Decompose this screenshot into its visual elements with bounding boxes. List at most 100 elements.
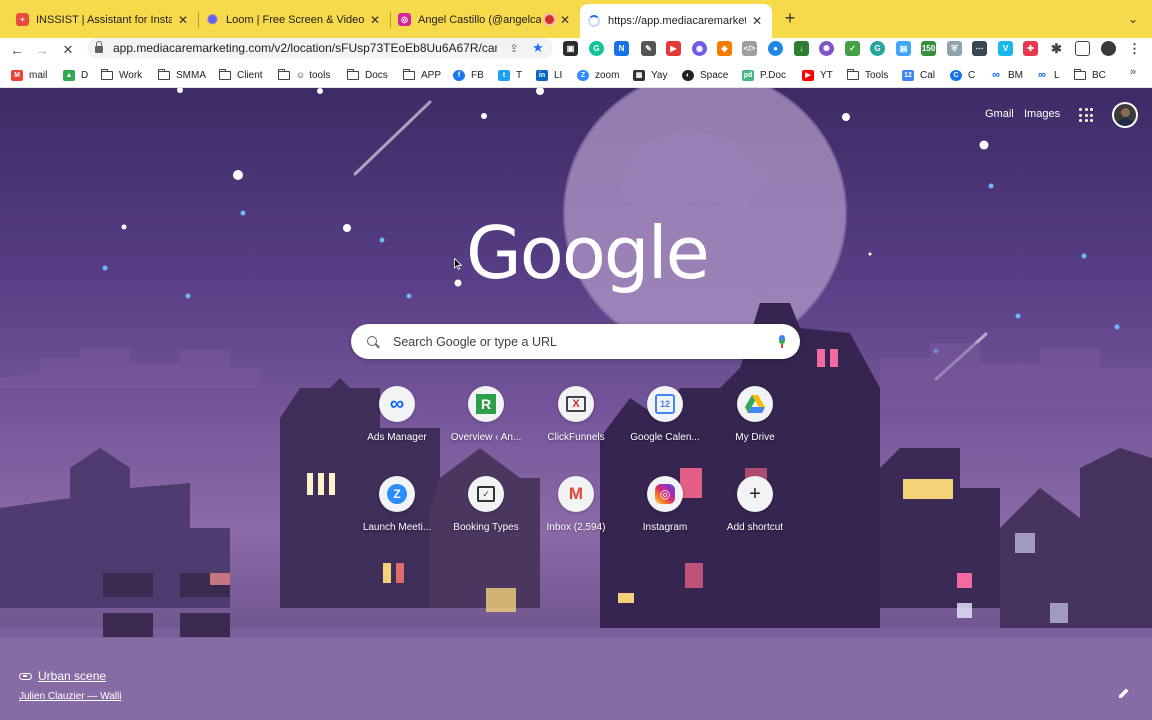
- side-panel-icon[interactable]: [1075, 41, 1090, 56]
- bookmark-folder-docs[interactable]: Docs: [347, 68, 388, 82]
- bookmark-yay[interactable]: ▦ Yay: [633, 68, 668, 82]
- bookmark-zoom[interactable]: Zzoom: [577, 68, 619, 82]
- download-extension-icon[interactable]: ↓: [794, 41, 809, 56]
- shortcut-launch-meeting[interactable]: Z Launch Meeti...: [353, 476, 441, 556]
- extension-teal-icon[interactable]: G: [870, 41, 885, 56]
- bookmark-star-icon[interactable]: ★: [531, 40, 545, 56]
- attribution-title-link[interactable]: Urban scene: [19, 669, 121, 683]
- bookmark-space[interactable]: ◐ Space: [682, 68, 728, 82]
- extensions-puzzle-icon[interactable]: ✱: [1049, 41, 1064, 56]
- shortcut-label: ClickFunnels: [547, 432, 605, 443]
- microphone-icon[interactable]: [778, 335, 786, 348]
- bookmark-cal[interactable]: 12 Cal: [902, 68, 935, 82]
- extension-eyedropper-icon[interactable]: ✎: [641, 41, 656, 56]
- bookmark-folder-tools2[interactable]: Tools: [847, 68, 888, 82]
- tab-loom[interactable]: ✺ Loom | Free Screen & Video Recording ✕: [198, 7, 390, 32]
- browser-toolbar: ← → ✕ app.mediacaremarketing.com/v2/loca…: [0, 38, 1152, 62]
- gmail-link[interactable]: Gmail: [985, 108, 1014, 120]
- extension-code-icon[interactable]: </>: [742, 41, 757, 56]
- google-apps-grid-icon[interactable]: [1079, 108, 1093, 122]
- extension-camera-icon[interactable]: ▣: [563, 41, 578, 56]
- extension-new-icon[interactable]: N: [614, 41, 629, 56]
- bookmark-l[interactable]: ∞ L: [1036, 68, 1060, 82]
- bookmark-label: Tools: [865, 69, 889, 81]
- bookmark-youtube[interactable]: ▶ YT: [802, 68, 833, 82]
- close-icon[interactable]: ✕: [558, 13, 572, 27]
- search-input[interactable]: [393, 334, 778, 349]
- yay-icon: ▦: [633, 69, 645, 81]
- bookmark-label: YT: [820, 69, 833, 81]
- close-icon[interactable]: ✕: [176, 13, 190, 27]
- metamask-extension-icon[interactable]: ◆: [717, 41, 732, 56]
- bookmark-c[interactable]: CC: [950, 68, 975, 82]
- instagram-favicon-icon: ◎: [398, 13, 411, 26]
- extension-flower-icon[interactable]: ✺: [819, 41, 834, 56]
- plus-icon: +: [737, 476, 773, 512]
- bookmark-fb[interactable]: f FB: [453, 68, 484, 82]
- bookmark-folder-smma[interactable]: SMMA: [158, 68, 206, 82]
- more-bookmarks-chevron-icon[interactable]: »: [1130, 66, 1136, 78]
- grammarly-extension-icon[interactable]: G: [589, 41, 604, 56]
- bookmark-folder-tools[interactable]: ☺ tools: [278, 68, 330, 82]
- bookmark-pandadoc[interactable]: pd P.Doc: [742, 68, 786, 82]
- tab-search-chevron-icon[interactable]: ⌄: [1128, 12, 1138, 26]
- extension-green-icon[interactable]: ✓: [845, 41, 860, 56]
- bookmark-folder-app[interactable]: APP: [403, 68, 441, 82]
- bookmark-bm[interactable]: ∞ BM: [990, 68, 1023, 82]
- stop-loading-icon[interactable]: ✕: [58, 40, 78, 60]
- address-bar-url[interactable]: app.mediacaremarketing.com/v2/location/s…: [113, 41, 497, 55]
- bookmark-mail[interactable]: Mmail: [11, 68, 47, 82]
- search-icon: [367, 335, 379, 348]
- extension-150-icon[interactable]: 150: [921, 41, 936, 56]
- shortcut-my-drive[interactable]: My Drive: [711, 386, 799, 466]
- attribution-author-link[interactable]: Julien Clauzier — Walli: [19, 691, 121, 702]
- forward-arrow-icon[interactable]: →: [32, 40, 52, 60]
- account-avatar[interactable]: [1112, 102, 1138, 128]
- shortcut-instagram[interactable]: ◎ Instagram: [621, 476, 709, 556]
- shortcut-inbox[interactable]: M Inbox (2,594): [532, 476, 620, 556]
- extension-circle-icon[interactable]: ◉: [692, 41, 707, 56]
- images-link[interactable]: Images: [1024, 108, 1060, 120]
- shortcut-ads-manager[interactable]: ∞ Ads Manager: [353, 386, 441, 466]
- extension-video-icon[interactable]: ▶: [666, 41, 681, 56]
- back-arrow-icon[interactable]: ←: [7, 40, 27, 60]
- bookmark-linkedin[interactable]: in LI: [536, 68, 562, 82]
- shortcut-google-calendar[interactable]: 12 Google Calen...: [621, 386, 709, 466]
- shortcut-overview[interactable]: R Overview ‹ An...: [442, 386, 530, 466]
- customize-pencil-icon[interactable]: [1118, 687, 1130, 699]
- shortcut-clickfunnels[interactable]: X ClickFunnels: [532, 386, 620, 466]
- bookmark-folder-client[interactable]: Client: [219, 68, 263, 82]
- menu-kebab-icon[interactable]: ⋮: [1127, 41, 1142, 56]
- bookmark-label: L: [1054, 69, 1060, 81]
- profile-avatar-icon[interactable]: [1101, 41, 1116, 56]
- vimeo-extension-icon[interactable]: V: [998, 41, 1013, 56]
- bookmark-folder-bc[interactable]: BC: [1074, 68, 1106, 82]
- google-drive-icon: [737, 386, 773, 422]
- add-shortcut-button[interactable]: + Add shortcut: [711, 476, 799, 556]
- bookmark-drive[interactable]: ▲ D: [63, 68, 88, 82]
- extension-red-icon[interactable]: ✚: [1023, 41, 1038, 56]
- new-tab-button[interactable]: +: [781, 9, 799, 28]
- instagram-icon: ◎: [647, 476, 683, 512]
- bookmark-twitter[interactable]: tT: [498, 68, 522, 82]
- tab-instagram[interactable]: ◎ Angel Castillo (@angelcastillo) ✕: [390, 7, 580, 32]
- extension-blue-icon[interactable]: ●: [768, 41, 783, 56]
- tab-mediacare-active[interactable]: https://app.mediacaremarketing.com ✕: [580, 4, 772, 38]
- address-bar[interactable]: app.mediacaremarketing.com/v2/location/s…: [87, 38, 553, 58]
- mouse-cursor-icon: [454, 258, 462, 270]
- lock-icon[interactable]: [95, 41, 103, 53]
- shortcut-label: Inbox (2,594): [546, 522, 606, 533]
- folder-icon: [219, 68, 231, 80]
- tab-inssist[interactable]: + INSSIST | Assistant for Instagram ✕: [8, 7, 198, 32]
- bookmark-folder-work[interactable]: Work: [101, 68, 142, 82]
- close-icon[interactable]: ✕: [368, 13, 382, 27]
- close-icon[interactable]: ✕: [750, 14, 764, 28]
- share-icon[interactable]: ⇪: [507, 42, 521, 55]
- search-box[interactable]: [351, 324, 800, 359]
- shortcut-label: Booking Types: [453, 522, 519, 533]
- shield-extension-icon[interactable]: ⛨: [947, 41, 962, 56]
- shortcut-booking-types[interactable]: ✓ Booking Types: [442, 476, 530, 556]
- extension-window-icon[interactable]: ▤: [896, 41, 911, 56]
- loom-favicon-icon: ✺: [207, 11, 218, 27]
- extension-dots-icon[interactable]: ⋯: [972, 41, 987, 56]
